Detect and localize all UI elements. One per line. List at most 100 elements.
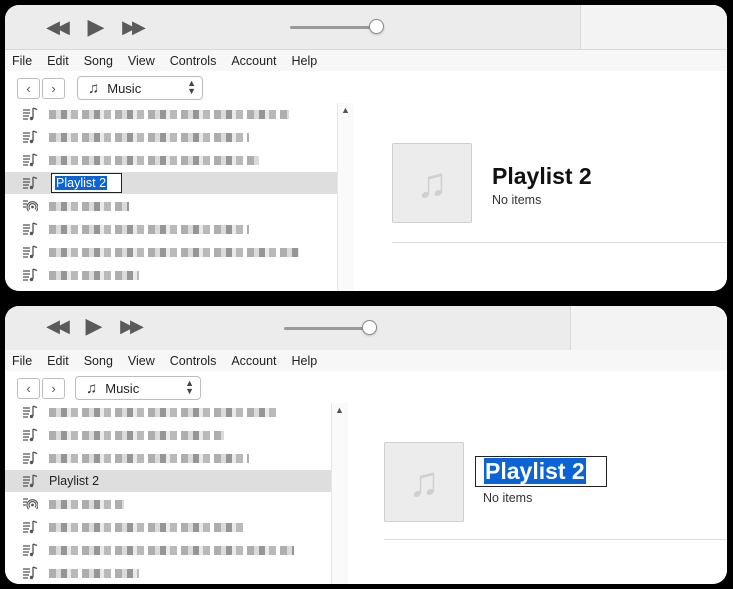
podcast-icon	[23, 200, 38, 212]
playlist-rename-text: Playlist 2	[55, 176, 108, 190]
blurred-playlist-name	[49, 225, 249, 234]
fast-forward-icon: ▶▶	[122, 16, 146, 37]
playlist-rename-field[interactable]: Playlist 2	[51, 173, 123, 193]
volume-slider[interactable]	[290, 26, 378, 29]
divider	[392, 242, 727, 243]
menu-bar: File Edit Song View Controls Account Hel…	[5, 50, 727, 71]
playlist-icon	[23, 566, 38, 580]
sidebar-scrollbar[interactable]: ▲	[331, 403, 349, 584]
playlist-item[interactable]	[5, 218, 337, 240]
music-note-icon: ♫	[408, 458, 440, 505]
playlist-icon	[23, 245, 38, 259]
volume-knob[interactable]	[369, 19, 384, 34]
playlist-icon	[23, 222, 38, 236]
podcast-icon	[23, 498, 38, 510]
scroll-up-icon[interactable]: ▲	[341, 105, 350, 115]
playlist-item[interactable]	[5, 126, 337, 148]
playlist-item[interactable]	[5, 516, 331, 538]
chevron-updown-icon: ▲ ▼	[185, 378, 194, 396]
back-button[interactable]: ‹	[17, 78, 40, 99]
back-button[interactable]: ‹	[17, 378, 40, 399]
chevron-right-icon: ›	[51, 81, 56, 96]
blurred-playlist-name	[49, 454, 249, 463]
playlist-status: No items	[492, 193, 542, 207]
itunes-window-after: ◀◀ ▶ ▶▶ File Edit Song View Controls Acc…	[5, 306, 727, 584]
playlist-icon	[23, 268, 38, 282]
blurred-playlist-name	[49, 133, 249, 142]
rewind-button[interactable]: ◀◀	[43, 314, 70, 338]
playlist-title: Playlist 2	[492, 163, 592, 189]
blurred-playlist-name	[49, 546, 294, 555]
fast-forward-button[interactable]: ▶▶	[119, 15, 146, 39]
sidebar-scrollbar[interactable]: ▲	[337, 103, 355, 291]
menu-edit[interactable]: Edit	[40, 54, 77, 68]
blurred-playlist-name	[49, 248, 299, 257]
playlist-icon	[23, 520, 38, 534]
playlist-name: Playlist 2	[49, 474, 100, 488]
playlist-title-rename-field[interactable]: Playlist 2	[475, 456, 607, 487]
menu-help[interactable]: Help	[285, 354, 326, 368]
menu-file[interactable]: File	[5, 54, 40, 68]
blurred-playlist-name	[49, 523, 244, 532]
forward-button[interactable]: ›	[42, 378, 65, 399]
chevron-updown-icon: ▲ ▼	[187, 78, 196, 96]
volume-knob[interactable]	[362, 320, 377, 335]
playlist-icon	[23, 543, 38, 557]
menu-view[interactable]: View	[121, 354, 163, 368]
playlist-artwork: ♫	[384, 442, 464, 522]
menu-account[interactable]: Account	[224, 354, 284, 368]
rewind-button[interactable]: ◀◀	[43, 15, 70, 39]
podcast-item[interactable]	[5, 195, 337, 217]
status-display	[570, 306, 727, 350]
menu-edit[interactable]: Edit	[40, 354, 77, 368]
menu-song[interactable]: Song	[77, 54, 121, 68]
rewind-icon: ◀◀	[46, 315, 70, 336]
blurred-podcast-name	[49, 500, 124, 509]
media-source-select[interactable]: ♫ Music ▲ ▼	[75, 376, 201, 400]
playlist-icon	[23, 176, 38, 190]
playlist-item[interactable]	[5, 562, 331, 584]
fast-forward-button[interactable]: ▶▶	[117, 314, 144, 338]
playlist-item-selected[interactable]: Playlist 2	[5, 470, 331, 492]
playlist-item-selected[interactable]: Playlist 2	[5, 172, 337, 194]
blurred-playlist-name	[49, 110, 289, 119]
play-button[interactable]: ▶	[83, 14, 109, 39]
playlist-icon	[23, 405, 38, 419]
menu-song[interactable]: Song	[77, 354, 121, 368]
playlist-item[interactable]	[5, 424, 331, 446]
volume-slider[interactable]	[284, 327, 372, 330]
playlist-item[interactable]	[5, 103, 337, 125]
blurred-podcast-name	[49, 202, 129, 211]
playlist-item[interactable]	[5, 241, 337, 263]
media-source-select[interactable]: ♫ Music ▲ ▼	[77, 76, 203, 100]
menu-file[interactable]: File	[5, 354, 40, 368]
playlist-item[interactable]	[5, 539, 331, 561]
chevron-right-icon: ›	[51, 381, 56, 396]
media-source-label: Music	[107, 80, 142, 96]
playlist-title-rename-text: Playlist 2	[484, 458, 586, 484]
playlist-detail: ♫ Playlist 2 No items	[348, 403, 727, 584]
playlist-item[interactable]	[5, 149, 337, 171]
scroll-up-icon[interactable]: ▲	[335, 405, 344, 415]
blurred-playlist-name	[49, 408, 279, 417]
menu-help[interactable]: Help	[285, 54, 326, 68]
blurred-playlist-name	[49, 431, 224, 440]
playlist-sidebar: Playlist 2	[5, 403, 331, 584]
menu-account[interactable]: Account	[224, 54, 284, 68]
playlist-icon	[23, 153, 38, 167]
menu-view[interactable]: View	[121, 54, 163, 68]
playlist-item[interactable]	[5, 264, 337, 286]
play-button[interactable]: ▶	[81, 313, 107, 338]
playlist-item[interactable]	[5, 447, 331, 469]
playlist-icon	[23, 107, 38, 121]
playlist-icon	[23, 474, 38, 488]
playlist-detail: ♫ Playlist 2 No items	[354, 103, 727, 291]
playlist-item[interactable]	[5, 403, 331, 423]
playlist-icon	[23, 451, 38, 465]
menu-controls[interactable]: Controls	[163, 354, 225, 368]
menu-controls[interactable]: Controls	[163, 54, 225, 68]
playlist-status: No items	[483, 491, 533, 505]
forward-button[interactable]: ›	[42, 78, 65, 99]
divider	[384, 539, 727, 540]
podcast-item[interactable]	[5, 493, 331, 515]
